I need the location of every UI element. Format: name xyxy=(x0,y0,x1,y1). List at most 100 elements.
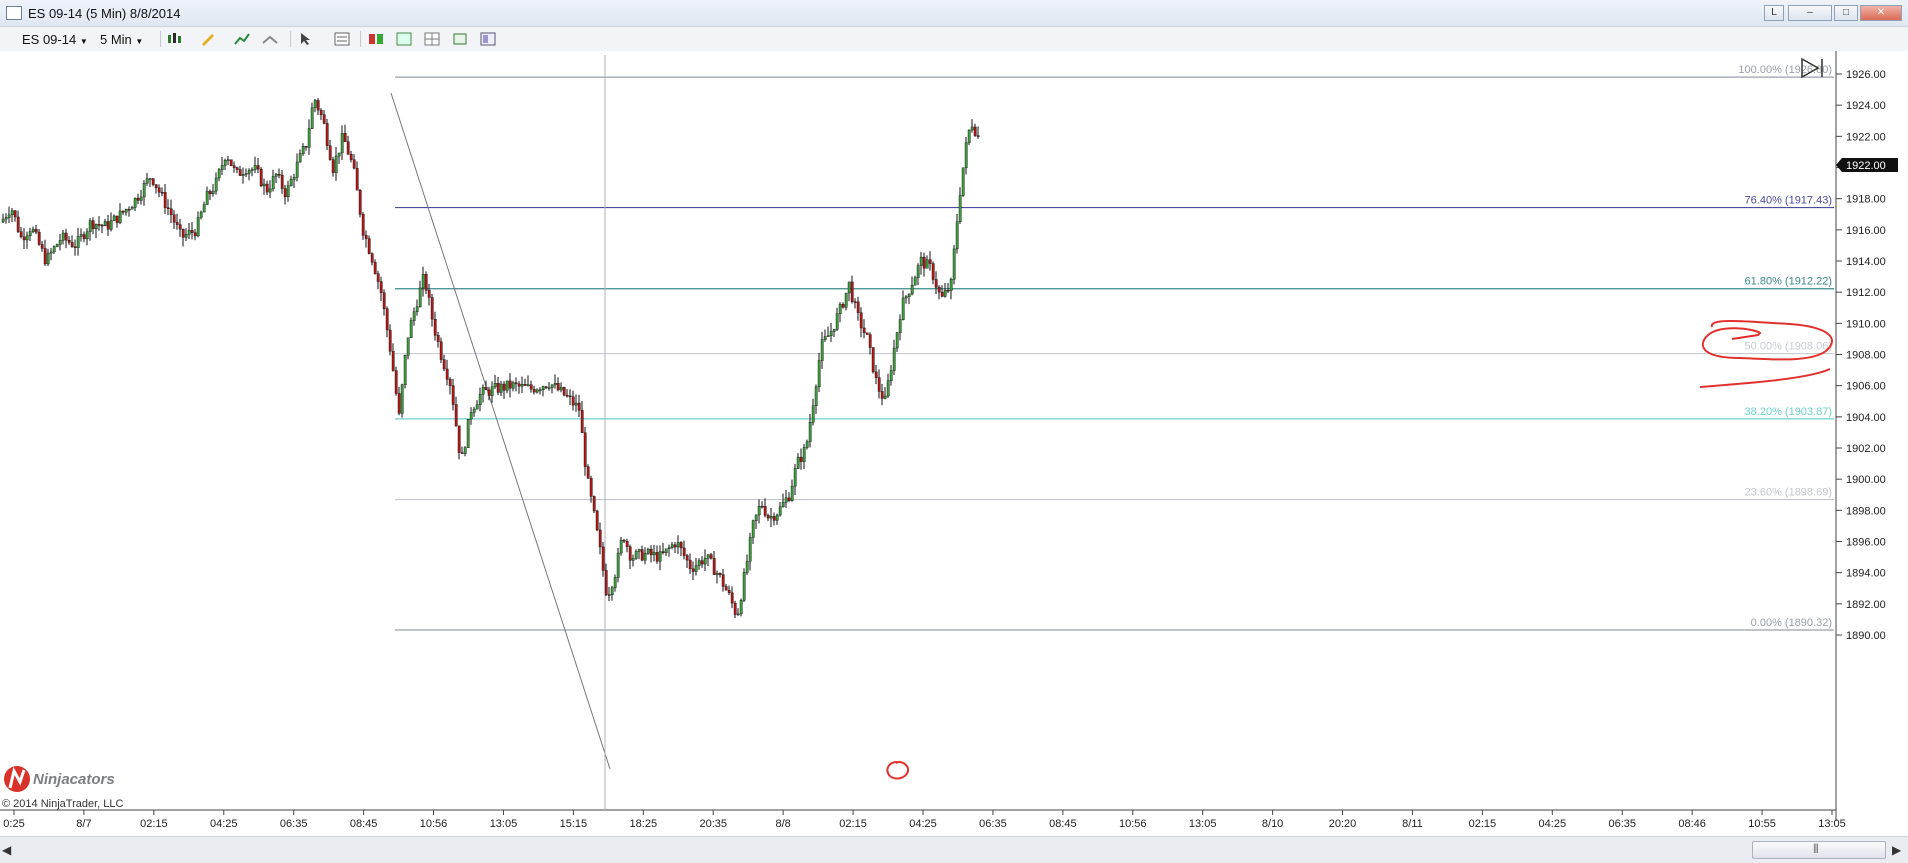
candle-body xyxy=(79,234,83,237)
candle-body xyxy=(898,319,902,334)
candle-body xyxy=(634,551,638,559)
candle-body xyxy=(544,386,548,388)
drawing-tool-icon[interactable] xyxy=(200,32,216,46)
candle-body xyxy=(721,574,725,587)
candle-body xyxy=(343,133,347,142)
candle-body xyxy=(85,231,89,240)
candle-body xyxy=(40,244,44,249)
candle-body xyxy=(652,552,656,556)
y-axis-label: 1904.00 xyxy=(1846,412,1886,424)
instrument-selector[interactable]: ES 09-14 ▼ xyxy=(22,32,88,47)
candle-body xyxy=(91,220,95,230)
candle xyxy=(871,347,875,374)
x-axis-label: 10:56 xyxy=(420,818,448,830)
candle-body xyxy=(850,281,854,302)
candle-body xyxy=(193,232,197,237)
candle-body xyxy=(748,537,752,562)
grid-icon[interactable] xyxy=(424,32,440,46)
window-titlebar: ES 09-14 (5 Min) 8/8/2014 L – □ ✕ xyxy=(0,0,1908,27)
candle-body xyxy=(316,100,320,111)
candle-body xyxy=(64,232,68,241)
grip-icon: ||| xyxy=(1813,843,1819,854)
candle xyxy=(865,332,869,335)
candle-body xyxy=(133,197,137,208)
candle-body xyxy=(952,248,956,280)
horizontal-scrollbar[interactable]: ◀ ||| ▶ xyxy=(0,836,1908,863)
candle-body xyxy=(910,285,914,295)
price-chart[interactable]: 100.00% (1926.80) 76.40% (1917.43) 61.80% … xyxy=(0,51,1908,836)
scroll-thumb[interactable]: ||| xyxy=(1752,841,1886,859)
candle-body xyxy=(805,441,809,448)
candle-body xyxy=(106,221,110,230)
candle-body xyxy=(574,402,578,406)
minimize-button[interactable]: – xyxy=(1788,5,1832,21)
candle-body xyxy=(217,169,221,179)
candle xyxy=(229,159,233,167)
fib-level-label: 38.20% (1903.87) xyxy=(1745,406,1832,418)
link-button[interactable]: L xyxy=(1764,5,1784,21)
candle-body xyxy=(814,386,818,406)
x-axis-label: 08:45 xyxy=(1049,818,1077,830)
scroll-right-icon[interactable]: ▶ xyxy=(1892,843,1901,857)
candle-body xyxy=(493,383,497,388)
scroll-left-icon[interactable]: ◀ xyxy=(2,843,11,857)
copyright-text: © 2014 NinjaTrader, LLC xyxy=(2,798,123,810)
order-entry-icon[interactable] xyxy=(368,32,384,46)
candle-body xyxy=(166,207,170,209)
interval-selector[interactable]: 5 Min ▼ xyxy=(100,32,143,47)
candle-body xyxy=(319,109,323,115)
candle-body xyxy=(202,204,206,213)
candle-body xyxy=(739,600,743,615)
x-axis-label: 20:35 xyxy=(699,818,727,830)
x-axis-label: 20:20 xyxy=(1329,818,1357,830)
candle-body xyxy=(118,210,122,223)
candle-body xyxy=(205,191,209,205)
candle-body xyxy=(394,370,398,394)
candle-body xyxy=(214,177,218,192)
chart-style-icon[interactable] xyxy=(166,32,182,46)
candle-body xyxy=(304,146,308,148)
candle-body xyxy=(454,404,458,427)
candle-body xyxy=(595,510,599,531)
candle-body xyxy=(556,383,560,391)
candle-body xyxy=(784,497,788,503)
x-axis-label: 13:05 xyxy=(1818,818,1846,830)
candle-body xyxy=(820,339,824,361)
candle-body xyxy=(427,290,431,298)
candle-body xyxy=(718,573,722,575)
indicator-icon[interactable] xyxy=(234,32,250,46)
data-box-icon[interactable] xyxy=(396,32,412,46)
candle-body xyxy=(199,211,203,218)
candle-body xyxy=(625,541,629,547)
candle-body xyxy=(706,554,710,559)
candle-body xyxy=(94,224,98,230)
candle-body xyxy=(484,387,488,391)
candle-body xyxy=(571,396,575,406)
cursor-icon[interactable] xyxy=(298,32,314,46)
candle-body xyxy=(403,354,407,385)
fib-level-label: 50.00% (1908.06) xyxy=(1745,341,1832,353)
snapshot-icon[interactable] xyxy=(452,32,468,46)
candle-body xyxy=(220,165,224,170)
candle-body xyxy=(148,178,152,180)
candle-body xyxy=(226,159,230,161)
template-icon[interactable] xyxy=(480,32,496,46)
maximize-button[interactable]: □ xyxy=(1834,5,1858,21)
x-axis-label: 06:35 xyxy=(1608,818,1636,830)
candle-body xyxy=(697,560,701,566)
x-axis-label: 08:46 xyxy=(1678,818,1706,830)
properties-icon[interactable] xyxy=(334,32,350,46)
candle-body xyxy=(559,387,563,391)
candle-body xyxy=(97,224,101,226)
candle-body xyxy=(460,452,464,454)
candle-body xyxy=(841,304,845,308)
strategy-icon[interactable] xyxy=(262,32,278,46)
candle-body xyxy=(712,558,716,575)
candle-body xyxy=(10,210,14,216)
candle-body xyxy=(901,297,905,320)
close-button[interactable]: ✕ xyxy=(1860,5,1902,21)
y-axis-label: 1908.00 xyxy=(1846,350,1886,362)
candle-body xyxy=(43,248,47,265)
candle-body xyxy=(337,152,341,157)
x-axis-label: 13:05 xyxy=(490,818,518,830)
